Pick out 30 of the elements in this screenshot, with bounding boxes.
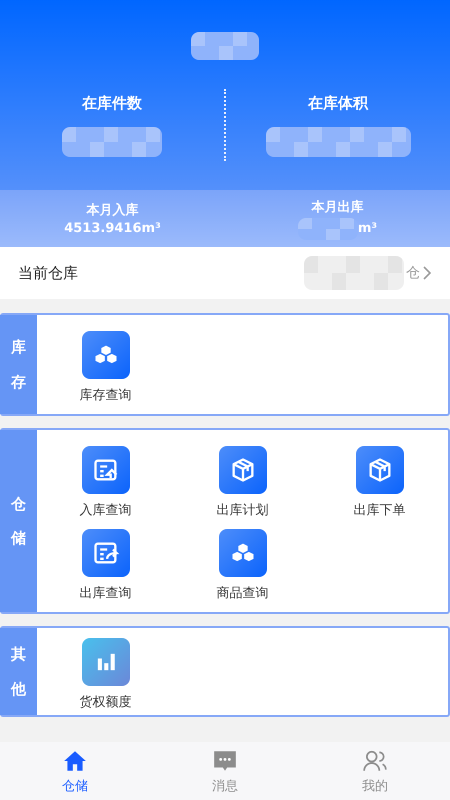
tab[interactable]: 仓储: [25, 748, 125, 794]
menu-item-label[interactable]: 入库查询: [80, 501, 132, 519]
menu-item-label[interactable]: 商品查询: [216, 584, 268, 602]
menu-item-button[interactable]: [218, 529, 266, 577]
menu-item-button[interactable]: [82, 446, 130, 494]
stat-label: 在库体积: [308, 94, 368, 112]
section-title: 仓储: [11, 494, 26, 549]
blurred-text: [191, 32, 259, 60]
menu-item-button[interactable]: [82, 331, 130, 379]
stat-value: 4513.9416m³: [64, 221, 161, 236]
section-title: 库存: [11, 337, 26, 392]
stat-label: 本月出库: [312, 198, 364, 216]
current-warehouse-row[interactable]: 当前仓库 仓: [0, 247, 450, 299]
menu-item-label[interactable]: 库存查询: [80, 386, 132, 404]
warehouse-name: 仓: [406, 264, 420, 282]
stat-label: 本月入库: [86, 202, 138, 219]
menu-item-button[interactable]: [218, 446, 266, 494]
menu-item-button[interactable]: [356, 446, 404, 494]
menu-item-button[interactable]: [82, 529, 130, 577]
stat-label: 在库件数: [82, 94, 142, 112]
menu-item-label[interactable]: 出库查询: [80, 584, 132, 602]
row-label: 当前仓库: [18, 264, 78, 282]
menu-item-label[interactable]: 货权额度: [80, 693, 132, 711]
stat-value: m³: [358, 221, 378, 236]
chevron-right-icon: [422, 265, 432, 281]
blurred-text: [298, 218, 358, 240]
menu-item-label[interactable]: 出库计划: [216, 501, 268, 519]
menu-item-button[interactable]: [82, 638, 130, 686]
section-title: 其他: [11, 644, 26, 700]
menu-item-label[interactable]: 出库下单: [354, 501, 406, 519]
